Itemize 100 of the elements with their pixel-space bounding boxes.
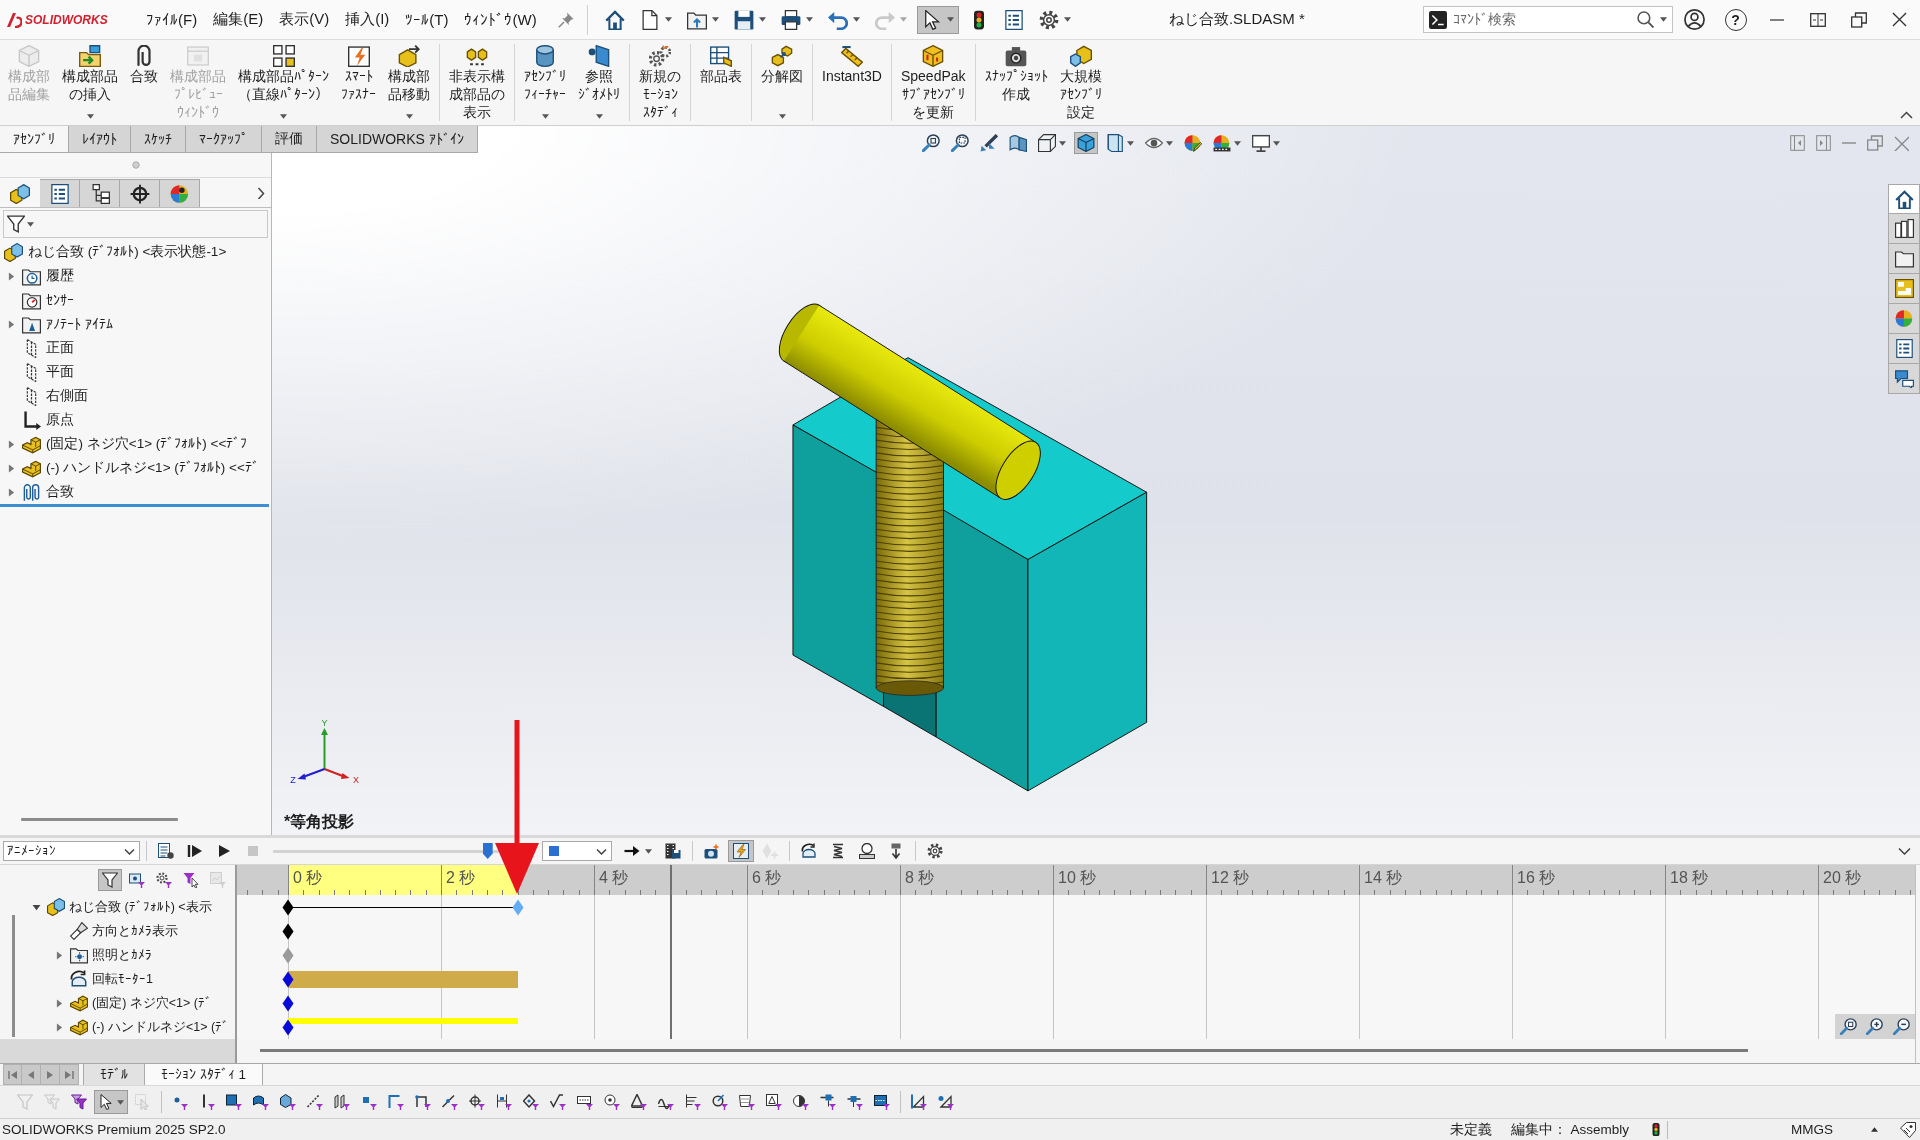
horizontal-scrollbar[interactable] xyxy=(260,1049,1748,1052)
dashed-line-filter-icon xyxy=(307,1094,323,1110)
axis-label: Y xyxy=(321,718,328,728)
ribbon-tab[interactable]: ﾏｰｸｱｯﾌﾟ xyxy=(186,126,262,152)
assembly-feature-button[interactable]: ｱｾﾝﾌﾞﾘﾌｨｰﾁｬｰ xyxy=(518,40,572,125)
pattern-button[interactable]: 構成部品ﾊﾟﾀｰﾝ（直線ﾊﾟﾀｰﾝ） xyxy=(232,40,335,125)
ribbon-tab[interactable]: ﾚｲｱｳﾄ xyxy=(69,126,131,152)
section-view-button[interactable] xyxy=(1006,132,1030,154)
insert-component-button[interactable]: 構成部品の挿入 xyxy=(56,40,124,125)
menu-item[interactable]: 編集(E) xyxy=(205,7,272,32)
instant3d-button[interactable]: Instant3D xyxy=(816,40,888,125)
motion-study-button[interactable]: 新規のﾓｰｼｮﾝｽﾀﾃﾞｨ xyxy=(633,40,687,125)
task-pane-tab[interactable] xyxy=(1888,214,1920,244)
part-icon xyxy=(70,994,88,1012)
caret-icon xyxy=(1063,17,1071,22)
tree-item[interactable]: (-) ハンドルネジ<1> (ﾃﾞﾌｫﾙﾄ) <<ﾃﾞ xyxy=(0,456,271,480)
smart-fastener-button[interactable]: ｽﾏｰﾄﾌｧｽﾅｰ xyxy=(335,40,382,125)
bracket-filter-icon xyxy=(415,1094,431,1110)
shaded-button[interactable] xyxy=(1074,132,1098,154)
menu-item[interactable]: 挿入(I) xyxy=(337,7,398,32)
panel-tab[interactable] xyxy=(40,179,80,207)
filter-button[interactable] xyxy=(98,869,122,891)
tree-item[interactable]: (固定) ネジ穴<1> (ﾃﾞﾌｫﾙﾄ) <<ﾃﾞﾌ xyxy=(0,432,271,456)
horizontal-scrollbar[interactable] xyxy=(21,818,178,821)
home-icon xyxy=(1894,189,1914,209)
tab-scroll-button[interactable] xyxy=(41,1064,60,1085)
search-box[interactable]: ｺﾏﾝﾄﾞ検索 xyxy=(1423,6,1673,33)
study-tab[interactable]: ﾓｰｼｮﾝ ｽﾀﾃﾞｨ 1 xyxy=(145,1064,263,1085)
time-bar[interactable] xyxy=(669,865,672,1039)
vertical-scrollbar[interactable] xyxy=(12,915,15,1037)
zoom-to-fit-button[interactable] xyxy=(1837,1016,1859,1037)
menu-item[interactable]: ﾂｰﾙ(T) xyxy=(397,7,457,32)
mate-button[interactable]: 合致 xyxy=(124,40,164,125)
slider-thumb[interactable] xyxy=(482,843,493,859)
view-orientation-button[interactable] xyxy=(1035,132,1069,154)
task-pane-tab[interactable] xyxy=(1888,184,1920,214)
view-settings-button[interactable] xyxy=(1249,132,1283,154)
tree-item[interactable]: 照明とｶﾒﾗ xyxy=(27,943,235,967)
tree-item[interactable]: 回転ﾓｰﾀｰ1 xyxy=(27,967,235,991)
ribbon-tab[interactable]: 評価 xyxy=(262,126,317,152)
select-button[interactable] xyxy=(916,5,959,34)
ribbon-tab[interactable]: ｽｹｯﾁ xyxy=(131,126,186,152)
list-icon xyxy=(1003,9,1024,30)
tree-item[interactable]: 正面 xyxy=(0,336,271,360)
tab-scroll-button[interactable] xyxy=(22,1064,41,1085)
part-icon xyxy=(70,1018,88,1036)
speedpak-button[interactable]: SpeedPakｻﾌﾞｱｾﾝﾌﾞﾘを更新 xyxy=(894,40,972,125)
exploded-view-button[interactable]: 分解図 xyxy=(755,40,809,125)
reference-geometry-button[interactable]: 参照ｼﾞｵﾒﾄﾘ xyxy=(572,40,626,125)
panel-tab[interactable] xyxy=(120,179,160,207)
task-pane-tab[interactable] xyxy=(1888,274,1920,304)
tree-item[interactable]: (-) ハンドルネジ<1> (ﾃﾞ xyxy=(27,1015,235,1039)
tree-item[interactable]: 履歴 xyxy=(0,264,271,288)
caret-icon xyxy=(852,17,860,22)
collapse-panel-button[interactable] xyxy=(1896,845,1913,857)
search-input[interactable]: ｺﾏﾝﾄﾞ検索 xyxy=(1453,9,1631,30)
zoom-to-fit-button[interactable] xyxy=(919,132,943,154)
chevron-right-icon xyxy=(257,186,265,199)
task-pane-tab[interactable] xyxy=(1888,364,1920,394)
task-pane-tab[interactable] xyxy=(1888,244,1920,274)
tree-item[interactable]: 合致 xyxy=(0,480,271,504)
menu-item[interactable]: ｳｨﾝﾄﾞｳ(W) xyxy=(456,7,545,32)
selection-filter-button[interactable] xyxy=(94,1090,128,1114)
ribbon-tab[interactable]: SOLIDWORKS ｱﾄﾞｲﾝ xyxy=(317,126,478,152)
zoom-in-button[interactable] xyxy=(1864,1016,1886,1037)
tree-item[interactable]: 原点 xyxy=(0,408,271,432)
tree-item[interactable]: 平面 xyxy=(0,360,271,384)
tree-item[interactable]: ｱﾉﾃｰﾄ ｱｲﾃﾑ xyxy=(0,312,271,336)
tree-item[interactable]: 方向とｶﾒﾗ表示 xyxy=(27,919,235,943)
zoom-to-area-button[interactable] xyxy=(948,132,972,154)
ruler-label: 2 秒 xyxy=(446,869,476,886)
caret-icon xyxy=(899,17,907,22)
bom-button[interactable]: 部品表 xyxy=(694,40,748,125)
snapshot-button[interactable]: ｽﾅｯﾌﾟｼｮｯﾄ作成 xyxy=(978,40,1054,125)
caret-up-icon xyxy=(1871,1127,1878,1132)
large-assembly-button[interactable]: 大規模ｱｾﾝﾌﾞﾘ設定 xyxy=(1053,40,1108,125)
panel-tab[interactable] xyxy=(80,179,120,207)
crosshair-icon xyxy=(129,183,150,204)
study-tab[interactable]: ﾓﾃﾞﾙ xyxy=(83,1064,145,1085)
show-hidden-button[interactable]: 非表示構成部品の表示 xyxy=(443,40,511,125)
chevron-up-icon xyxy=(1900,111,1913,119)
study-type-dropdown[interactable]: ｱﾆﾒｰｼｮﾝ xyxy=(3,841,140,861)
menu-item[interactable]: 表示(V) xyxy=(271,7,338,32)
tab-scroll-button[interactable] xyxy=(3,1064,22,1085)
tag-button[interactable] xyxy=(1900,1121,1916,1138)
zoom-out-button[interactable] xyxy=(1891,1016,1913,1037)
filter-field[interactable] xyxy=(3,210,268,238)
tree-item[interactable]: 右側面 xyxy=(0,384,271,408)
tree-item[interactable]: ねじ合致 (ﾃﾞﾌｫﾙﾄ) <表示 xyxy=(27,895,235,919)
tree-item[interactable]: ｾﾝｻｰ xyxy=(0,288,271,312)
task-pane-tab[interactable] xyxy=(1888,334,1920,364)
open-folder-icon xyxy=(686,9,707,30)
tree-item[interactable]: ねじ合致 (ﾃﾞﾌｫﾙﾄ) <表示状態-1> xyxy=(0,240,271,264)
move-component-button[interactable]: 構成部品移動 xyxy=(382,40,436,125)
autokey-button[interactable] xyxy=(728,840,754,862)
tree-item[interactable]: (固定) ネジ穴<1> (ﾃﾞ xyxy=(27,991,235,1015)
menu-item[interactable]: ﾌｧｲﾙ(F) xyxy=(138,7,206,32)
playback-speed-dropdown[interactable] xyxy=(542,841,612,861)
search-icon xyxy=(1637,11,1654,28)
tab-scroll-button[interactable] xyxy=(60,1064,79,1085)
